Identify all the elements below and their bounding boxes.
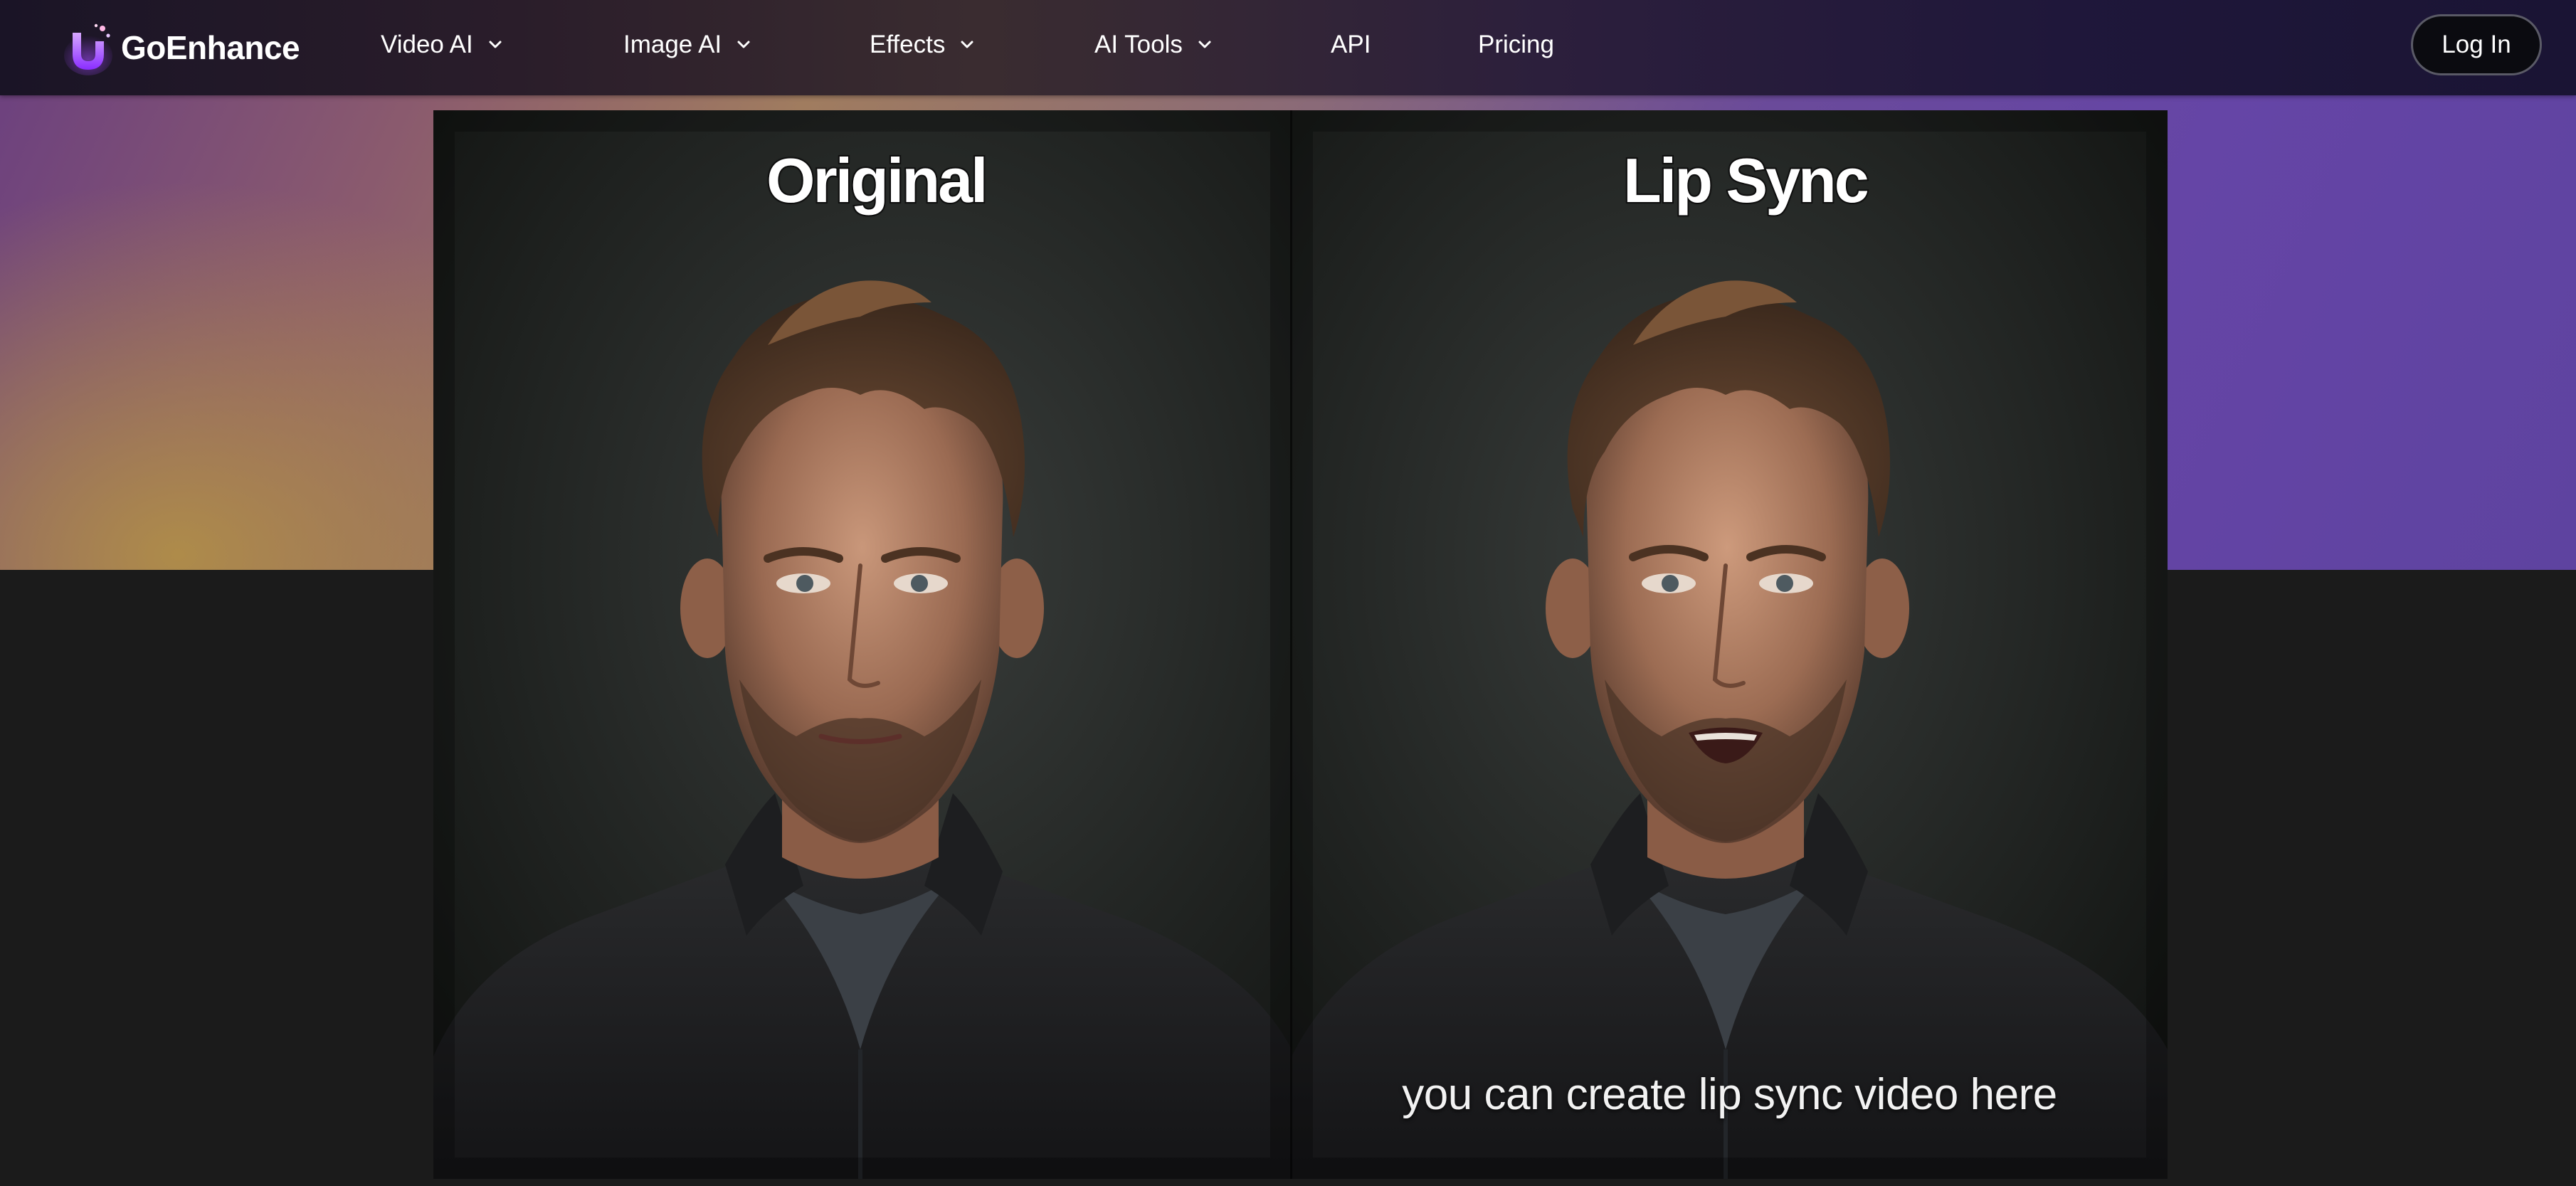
brand-home-link[interactable]: GoEnhance [63,17,300,78]
nav-item-ai-tools[interactable]: AI Tools [1094,31,1215,59]
nav-item-pricing[interactable]: Pricing [1478,31,1554,59]
chevron-down-icon [1198,41,1211,48]
nav-item-label: API [1331,31,1371,58]
nav-item-label: Effects [870,31,946,58]
nav-item-label: Image AI [623,31,722,58]
chevron-down-icon [737,41,750,48]
nav-item-label: Pricing [1478,31,1554,58]
original-panel: Original [433,110,1292,1179]
lip-sync-comparison-video[interactable]: Original Lip Sync you can create lip syn… [433,110,2168,1179]
chevron-down-icon [489,41,502,48]
original-label: Original [765,144,989,217]
lip-sync-label: Lip Sync [1622,144,1871,217]
lip-sync-panel: Lip Sync you can create lip sync video h… [1292,110,2168,1179]
login-button[interactable]: Log In [2411,14,2542,75]
top-navigation-bar: GoEnhance Video AI Image AI Effects AI T… [0,0,2576,95]
nav-item-effects[interactable]: Effects [870,31,978,59]
nav-item-api[interactable]: API [1331,31,1371,59]
comparison-divider [1290,110,1292,1179]
nav-item-label: Video AI [381,31,473,58]
lip-sync-portrait-image [1292,110,2168,1179]
nav-item-video-ai[interactable]: Video AI [381,31,506,59]
chevron-down-icon [961,41,973,48]
nav-item-image-ai[interactable]: Image AI [623,31,754,59]
original-portrait-image [433,110,1292,1179]
video-subtitle-caption: you can create lip sync video here [1402,1070,2057,1119]
nav-item-label: AI Tools [1094,31,1183,58]
brand-name: GoEnhance [121,29,300,66]
goenhance-logo-icon [64,23,112,75]
